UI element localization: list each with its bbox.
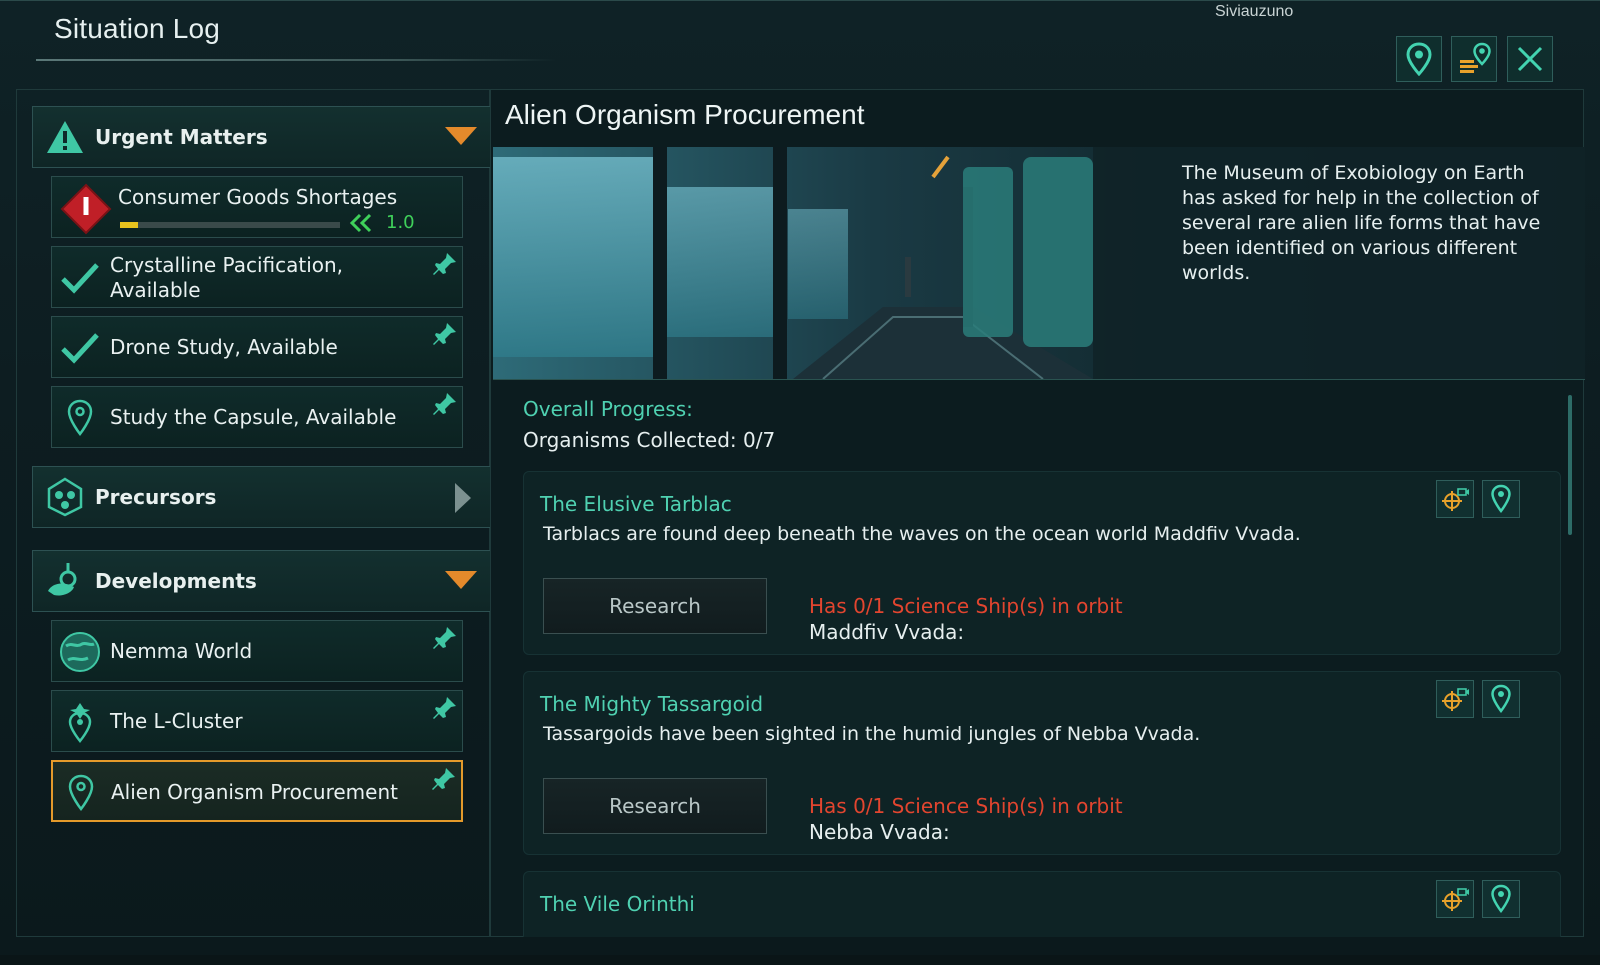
- list-location-icon: [1460, 42, 1491, 73]
- checkmark-icon: [58, 256, 102, 300]
- shortage-progress-fill: [120, 222, 138, 228]
- research-button[interactable]: Research: [543, 778, 767, 834]
- event-title: Alien Organism Procurement: [505, 99, 865, 130]
- sidebar-item-alien-organism-procurement[interactable]: Alien Organism Procurement: [51, 760, 463, 822]
- scrollbar-thumb[interactable]: [1568, 395, 1572, 535]
- pin-icon[interactable]: [432, 321, 458, 351]
- sidebar-item-consumer-goods[interactable]: Consumer Goods Shortages 1.0: [51, 176, 463, 238]
- requirement-location: Nebba Vvada:: [809, 820, 950, 844]
- focus-camera-button[interactable]: [1436, 880, 1474, 918]
- progress-value: Organisms Collected: 0/7: [523, 428, 776, 452]
- sidebar-item-crystalline-pacification[interactable]: Crystalline Pacification, Available: [51, 246, 463, 308]
- shortage-progress-bar: [120, 222, 340, 228]
- group-label: Urgent Matters: [95, 125, 268, 149]
- research-button[interactable]: Research: [543, 578, 767, 634]
- progress-label: Overall Progress:: [523, 397, 693, 421]
- sidebar-item-label: Study the Capsule, Available: [110, 405, 397, 429]
- group-urgent-matters[interactable]: Urgent Matters: [32, 106, 494, 168]
- location-pin-icon: [1491, 484, 1511, 514]
- focus-camera-icon: [1442, 688, 1469, 711]
- organism-card-orinthi: The Vile Orinthi: [523, 871, 1561, 937]
- developments-icon: [43, 559, 87, 603]
- double-chevron-left-icon: [348, 213, 374, 237]
- sidebar-item-nemma-world[interactable]: Nemma World: [51, 620, 463, 682]
- locate-organism-button[interactable]: [1482, 680, 1520, 718]
- location-pin-icon: [1491, 884, 1511, 914]
- map-system-label: Siviauzuno: [1215, 3, 1294, 20]
- requirement-status: Has 0/1 Science Ship(s) in orbit: [809, 594, 1123, 618]
- event-description: The Museum of Exobiology on Earth has as…: [1182, 162, 1541, 284]
- list-locate-button[interactable]: [1451, 36, 1497, 82]
- sidebar-item-label: The L-Cluster: [110, 709, 243, 733]
- focus-camera-button[interactable]: [1436, 480, 1474, 518]
- locate-organism-button[interactable]: [1482, 480, 1520, 518]
- chevron-right-icon: [453, 481, 473, 519]
- alert-diamond-icon: [60, 183, 112, 235]
- close-icon: [1517, 46, 1543, 72]
- pin-icon[interactable]: [432, 251, 458, 281]
- focus-camera-icon: [1442, 488, 1469, 511]
- precursor-icon: [43, 475, 87, 519]
- chevron-down-icon: [443, 569, 479, 595]
- requirement-location: Maddfiv Vvada:: [809, 620, 965, 644]
- group-developments[interactable]: Developments: [32, 550, 494, 612]
- pin-icon[interactable]: [431, 766, 457, 796]
- window-title: Situation Log: [54, 13, 221, 44]
- sidebar-item-drone-study[interactable]: Drone Study, Available: [51, 316, 463, 378]
- group-label: Precursors: [95, 485, 217, 509]
- chevron-down-icon: [443, 125, 479, 151]
- group-label: Developments: [95, 569, 257, 593]
- locate-button[interactable]: [1396, 36, 1442, 82]
- location-pin-icon: [58, 396, 102, 440]
- situation-log-window: Siviauzuno Situation Log Urgent Matters …: [0, 0, 1600, 965]
- sidebar-item-label: Consumer Goods Shortages: [118, 185, 398, 209]
- focus-camera-button[interactable]: [1436, 680, 1474, 718]
- location-pin-icon: [59, 771, 103, 815]
- focus-camera-icon: [1442, 888, 1469, 911]
- pin-icon[interactable]: [432, 391, 458, 421]
- requirement-status: Has 0/1 Science Ship(s) in orbit: [809, 794, 1123, 818]
- location-pin-icon: [1406, 42, 1432, 76]
- checkmark-icon: [58, 326, 102, 370]
- pin-icon[interactable]: [432, 695, 458, 725]
- organism-title: The Vile Orinthi: [540, 892, 695, 916]
- locate-organism-button[interactable]: [1482, 880, 1520, 918]
- sidebar-item-study-capsule[interactable]: Study the Capsule, Available: [51, 386, 463, 448]
- sidebar-item-label: Nemma World: [110, 639, 253, 663]
- sidebar-item-label: Drone Study, Available: [110, 335, 338, 359]
- sidebar-item-l-cluster[interactable]: The L-Cluster: [51, 690, 463, 752]
- planet-icon: [58, 630, 102, 674]
- organism-title: The Elusive Tarblac: [540, 492, 732, 516]
- pin-icon[interactable]: [432, 625, 458, 655]
- organism-title: The Mighty Tassargoid: [540, 692, 764, 716]
- shortage-progress-value: 1.0: [386, 212, 415, 233]
- sidebar-item-label: Crystalline Pacification, Available: [110, 253, 344, 302]
- location-pin-icon: [1491, 684, 1511, 714]
- cluster-pin-icon: [58, 700, 102, 744]
- organism-description: Tarblacs are found deep beneath the wave…: [543, 523, 1301, 545]
- organism-description: Tassargoids have been sighted in the hum…: [543, 723, 1201, 745]
- group-precursors[interactable]: Precursors: [32, 466, 494, 528]
- sidebar-item-label: Alien Organism Procurement: [111, 780, 398, 804]
- organism-card-tassargoid: The Mighty Tassargoid Tassargoids have b…: [523, 671, 1561, 855]
- organism-card-tarblac: The Elusive Tarblac Tarblacs are found d…: [523, 471, 1561, 655]
- title-underline: [36, 59, 556, 61]
- close-button[interactable]: [1507, 36, 1553, 82]
- warning-icon: [43, 115, 87, 159]
